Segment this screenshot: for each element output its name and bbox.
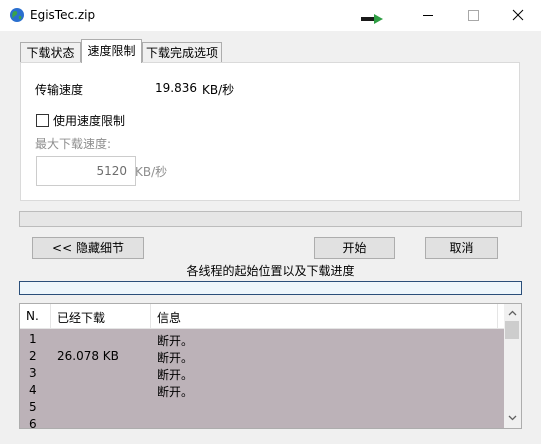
vertical-scrollbar[interactable] xyxy=(504,304,521,428)
maximize-icon[interactable] xyxy=(450,0,496,31)
thread-number: 6 xyxy=(29,417,37,429)
thread-number: 4 xyxy=(29,383,37,397)
threads-progress-bar xyxy=(19,281,522,295)
column-divider[interactable] xyxy=(150,304,151,328)
transfer-rate-value: 19.836 xyxy=(155,81,197,95)
download-progress-bar xyxy=(19,211,522,227)
window-title: EgisTec.zip xyxy=(30,8,96,22)
scroll-thumb[interactable] xyxy=(505,321,519,339)
thread-number: 3 xyxy=(29,366,37,380)
thread-number: 5 xyxy=(29,400,37,414)
cancel-button[interactable]: 取消 xyxy=(425,237,498,259)
max-speed-input[interactable]: 5120 xyxy=(36,156,136,186)
column-header-info[interactable]: 信息 xyxy=(157,309,181,326)
hide-details-button[interactable]: << 隐藏细节 xyxy=(32,237,144,259)
list-rows: 1 断开。 2 26.078 KB 断开。 3 断开。 4 断开。 5 6 xyxy=(20,329,504,429)
scroll-up-icon[interactable] xyxy=(508,310,517,316)
thread-info: 断开。 xyxy=(157,385,194,399)
column-header-number[interactable]: N. xyxy=(26,309,39,323)
max-speed-unit: KB/秒 xyxy=(135,165,168,179)
list-item[interactable]: 3 断开。 xyxy=(20,365,504,382)
download-arrow-icon xyxy=(361,14,383,24)
speed-limit-panel: 传输速度 19.836 KB/秒 使用速度限制 最大下载速度: 5120 KB/… xyxy=(20,62,520,201)
close-icon[interactable] xyxy=(495,0,541,31)
tab-download-status[interactable]: 下载状态 xyxy=(20,42,81,63)
column-divider[interactable] xyxy=(50,304,51,328)
list-item[interactable]: 2 26.078 KB 断开。 xyxy=(20,348,504,365)
start-button[interactable]: 开始 xyxy=(314,237,395,259)
max-speed-label: 最大下载速度: xyxy=(35,137,112,151)
column-divider[interactable] xyxy=(497,304,498,328)
list-item[interactable]: 6 xyxy=(20,416,504,429)
speed-limit-checkbox[interactable] xyxy=(36,114,49,127)
thread-downloaded: 26.078 KB xyxy=(57,349,119,363)
thread-number: 2 xyxy=(29,349,37,363)
list-item[interactable]: 5 xyxy=(20,399,504,416)
list-item[interactable]: 4 断开。 xyxy=(20,382,504,399)
globe-app-icon xyxy=(10,8,24,22)
list-item[interactable]: 1 断开。 xyxy=(20,331,504,348)
speed-limit-checkbox-label[interactable]: 使用速度限制 xyxy=(53,112,125,129)
threads-caption: 各线程的起始位置以及下载进度 xyxy=(186,264,355,278)
column-header-downloaded[interactable]: 已经下载 xyxy=(57,309,105,326)
tab-speed-limit[interactable]: 速度限制 xyxy=(81,39,142,63)
thread-info: 断开。 xyxy=(157,334,194,348)
title-bar: EgisTec.zip xyxy=(0,0,541,31)
transfer-rate-unit: KB/秒 xyxy=(202,83,235,97)
minimize-icon[interactable] xyxy=(405,0,451,31)
thread-number: 1 xyxy=(29,332,37,346)
threads-list: N. 已经下载 信息 1 断开。 2 26.078 KB 断开。 3 断开。 4… xyxy=(19,303,522,429)
tab-completion-options[interactable]: 下载完成选项 xyxy=(142,42,222,63)
list-header: N. 已经下载 信息 xyxy=(20,304,504,329)
thread-info: 断开。 xyxy=(157,351,194,365)
thread-info: 断开。 xyxy=(157,368,194,382)
transfer-rate-label: 传输速度 xyxy=(35,83,84,97)
scroll-down-icon[interactable] xyxy=(508,415,517,421)
